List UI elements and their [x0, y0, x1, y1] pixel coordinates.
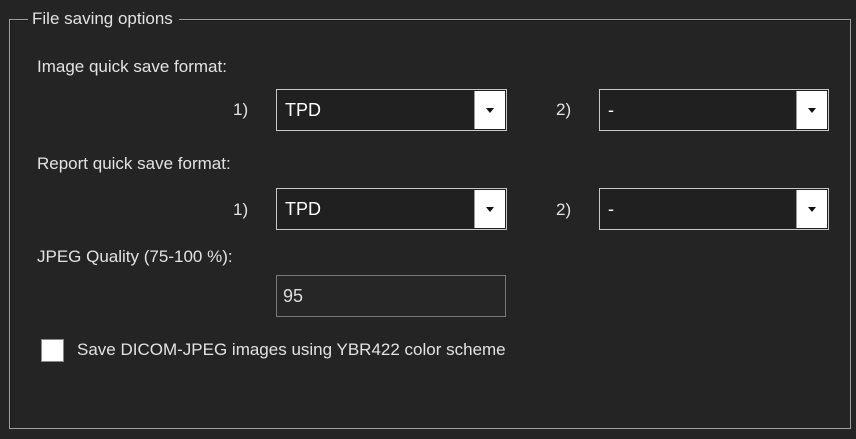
report-format-2-value: -	[608, 199, 614, 219]
report-format-1-dropdown[interactable]: TPD	[276, 188, 507, 230]
group-title: File saving options	[28, 8, 179, 30]
report-slot1-label: 1)	[233, 200, 249, 219]
chevron-down-icon	[486, 207, 494, 212]
image-quick-save-label: Image quick save format:	[37, 57, 227, 76]
report-format-1-dropdown-button[interactable]	[474, 190, 505, 228]
image-format-2-dropdown-button[interactable]	[796, 91, 827, 129]
report-slot2-label: 2)	[556, 200, 572, 219]
chevron-down-icon	[486, 108, 494, 113]
image-slot1-label: 1)	[233, 100, 249, 119]
report-format-2-dropdown[interactable]: -	[599, 188, 829, 230]
image-format-1-dropdown-button[interactable]	[474, 91, 505, 129]
image-format-2-value: -	[608, 100, 614, 120]
report-format-1-value: TPD	[285, 199, 321, 219]
jpeg-quality-value: 95	[283, 286, 304, 306]
image-format-1-value: TPD	[285, 100, 321, 120]
chevron-down-icon	[808, 108, 816, 113]
ybr422-checkbox-label[interactable]: Save DICOM-JPEG images using YBR422 colo…	[77, 339, 506, 361]
jpeg-quality-label: JPEG Quality (75-100 %):	[37, 247, 233, 266]
image-format-2-dropdown[interactable]: -	[599, 89, 829, 131]
image-slot2-label: 2)	[556, 100, 572, 119]
report-quick-save-label: Report quick save format:	[37, 154, 231, 173]
jpeg-quality-input[interactable]: 95	[276, 275, 506, 317]
image-format-1-dropdown[interactable]: TPD	[276, 89, 507, 131]
report-format-2-dropdown-button[interactable]	[796, 190, 827, 228]
chevron-down-icon	[808, 207, 816, 212]
ybr422-checkbox[interactable]	[41, 339, 64, 362]
